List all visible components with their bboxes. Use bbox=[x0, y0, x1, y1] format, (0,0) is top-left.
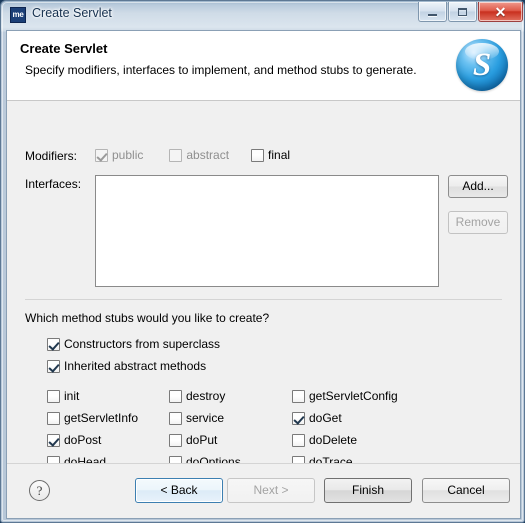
checkbox-public[interactable]: public bbox=[95, 148, 143, 162]
minimize-icon bbox=[419, 2, 446, 21]
help-icon[interactable]: ? bbox=[29, 480, 50, 501]
modifiers-label: Modifiers: bbox=[25, 149, 78, 163]
checkbox-destroy-box bbox=[169, 389, 182, 403]
page-description: Specify modifiers, interfaces to impleme… bbox=[25, 63, 417, 77]
checkbox-dodelete-box bbox=[292, 433, 305, 447]
checkbox-inherited-label: Inherited abstract methods bbox=[64, 359, 207, 373]
me-app-icon: me bbox=[10, 7, 26, 23]
checkbox-init[interactable]: init bbox=[47, 389, 79, 403]
checkbox-inherited-abstract-methods[interactable]: Inherited abstract methods bbox=[47, 359, 206, 373]
title-bar[interactable]: me Create Servlet ✕ bbox=[1, 1, 525, 30]
method-stubs-question: Which method stubs would you like to cre… bbox=[25, 311, 270, 325]
checkbox-dodelete-label: doDelete bbox=[309, 433, 358, 447]
checkbox-doget-label: doGet bbox=[309, 411, 342, 425]
back-button[interactable]: < Back bbox=[135, 478, 223, 503]
checkbox-getservletinfo[interactable]: getServletInfo bbox=[47, 411, 138, 425]
checkbox-final-label: final bbox=[268, 148, 291, 162]
checkbox-doput-box bbox=[169, 433, 182, 447]
checkbox-dopost[interactable]: doPost bbox=[47, 433, 101, 447]
finish-button[interactable]: Finish bbox=[324, 478, 412, 503]
stubs-separator bbox=[25, 299, 502, 300]
checkbox-getservletconfig-label: getServletConfig bbox=[309, 389, 398, 403]
create-servlet-dialog-window: me Create Servlet ✕ Create Servlet Speci… bbox=[0, 0, 525, 523]
cancel-button[interactable]: Cancel bbox=[422, 478, 510, 503]
interfaces-label: Interfaces: bbox=[25, 177, 82, 191]
checkbox-doput[interactable]: doPut bbox=[169, 433, 217, 447]
next-button[interactable]: Next > bbox=[227, 478, 315, 503]
window-title: Create Servlet bbox=[32, 6, 112, 20]
interfaces-list[interactable] bbox=[95, 175, 439, 287]
checkbox-dodelete[interactable]: doDelete bbox=[292, 433, 357, 447]
checkbox-destroy[interactable]: destroy bbox=[169, 389, 225, 403]
remove-interface-button[interactable]: Remove bbox=[448, 211, 508, 234]
checkbox-abstract-label: abstract bbox=[186, 148, 230, 162]
checkbox-public-box bbox=[95, 148, 108, 162]
checkbox-doput-label: doPut bbox=[186, 433, 218, 447]
maximize-icon bbox=[449, 2, 476, 21]
checkbox-getservletinfo-label: getServletInfo bbox=[64, 411, 139, 425]
close-button[interactable]: ✕ bbox=[478, 2, 523, 22]
dialog-footer: ? < Back Next > Finish Cancel bbox=[7, 464, 520, 518]
checkbox-abstract-box bbox=[169, 148, 183, 162]
checkbox-service[interactable]: service bbox=[169, 411, 224, 425]
checkbox-public-label: public bbox=[112, 148, 144, 162]
close-icon: ✕ bbox=[494, 3, 507, 20]
checkbox-final-box bbox=[251, 148, 265, 162]
checkbox-dopost-label: doPost bbox=[64, 433, 102, 447]
checkbox-service-label: service bbox=[186, 411, 225, 425]
dialog-client-area: Create Servlet Specify modifiers, interf… bbox=[6, 30, 521, 519]
checkbox-destroy-label: destroy bbox=[186, 389, 226, 403]
checkbox-doget[interactable]: doGet bbox=[292, 411, 342, 425]
checkbox-getservletconfig[interactable]: getServletConfig bbox=[292, 389, 398, 403]
add-interface-button[interactable]: Add... bbox=[448, 175, 508, 198]
logo-letter: S bbox=[472, 46, 492, 83]
minimize-button[interactable] bbox=[418, 2, 447, 22]
checkbox-doget-box bbox=[292, 411, 305, 425]
checkbox-service-box bbox=[169, 411, 182, 425]
checkbox-inherited-box bbox=[47, 359, 60, 373]
maximize-button[interactable] bbox=[448, 2, 477, 22]
checkbox-constructors-label: Constructors from superclass bbox=[64, 337, 221, 351]
checkbox-constructors-from-superclass[interactable]: Constructors from superclass bbox=[47, 337, 220, 351]
modifiers-group: public abstract final bbox=[95, 148, 290, 162]
checkbox-constructors-box bbox=[47, 337, 60, 351]
window-controls: ✕ bbox=[418, 2, 523, 24]
checkbox-init-box bbox=[47, 389, 60, 403]
checkbox-final[interactable]: final bbox=[251, 148, 290, 162]
wizard-body: Modifiers: public abstract final Interfa… bbox=[7, 101, 520, 469]
checkbox-init-label: init bbox=[64, 389, 80, 403]
checkbox-abstract[interactable]: abstract bbox=[169, 148, 229, 162]
checkbox-dopost-box bbox=[47, 433, 60, 447]
checkbox-getservletinfo-box bbox=[47, 411, 60, 425]
checkbox-getservletconfig-box bbox=[292, 389, 305, 403]
page-title: Create Servlet bbox=[20, 41, 108, 56]
servlet-logo-icon: S bbox=[456, 39, 508, 91]
wizard-header: Create Servlet Specify modifiers, interf… bbox=[7, 31, 520, 101]
